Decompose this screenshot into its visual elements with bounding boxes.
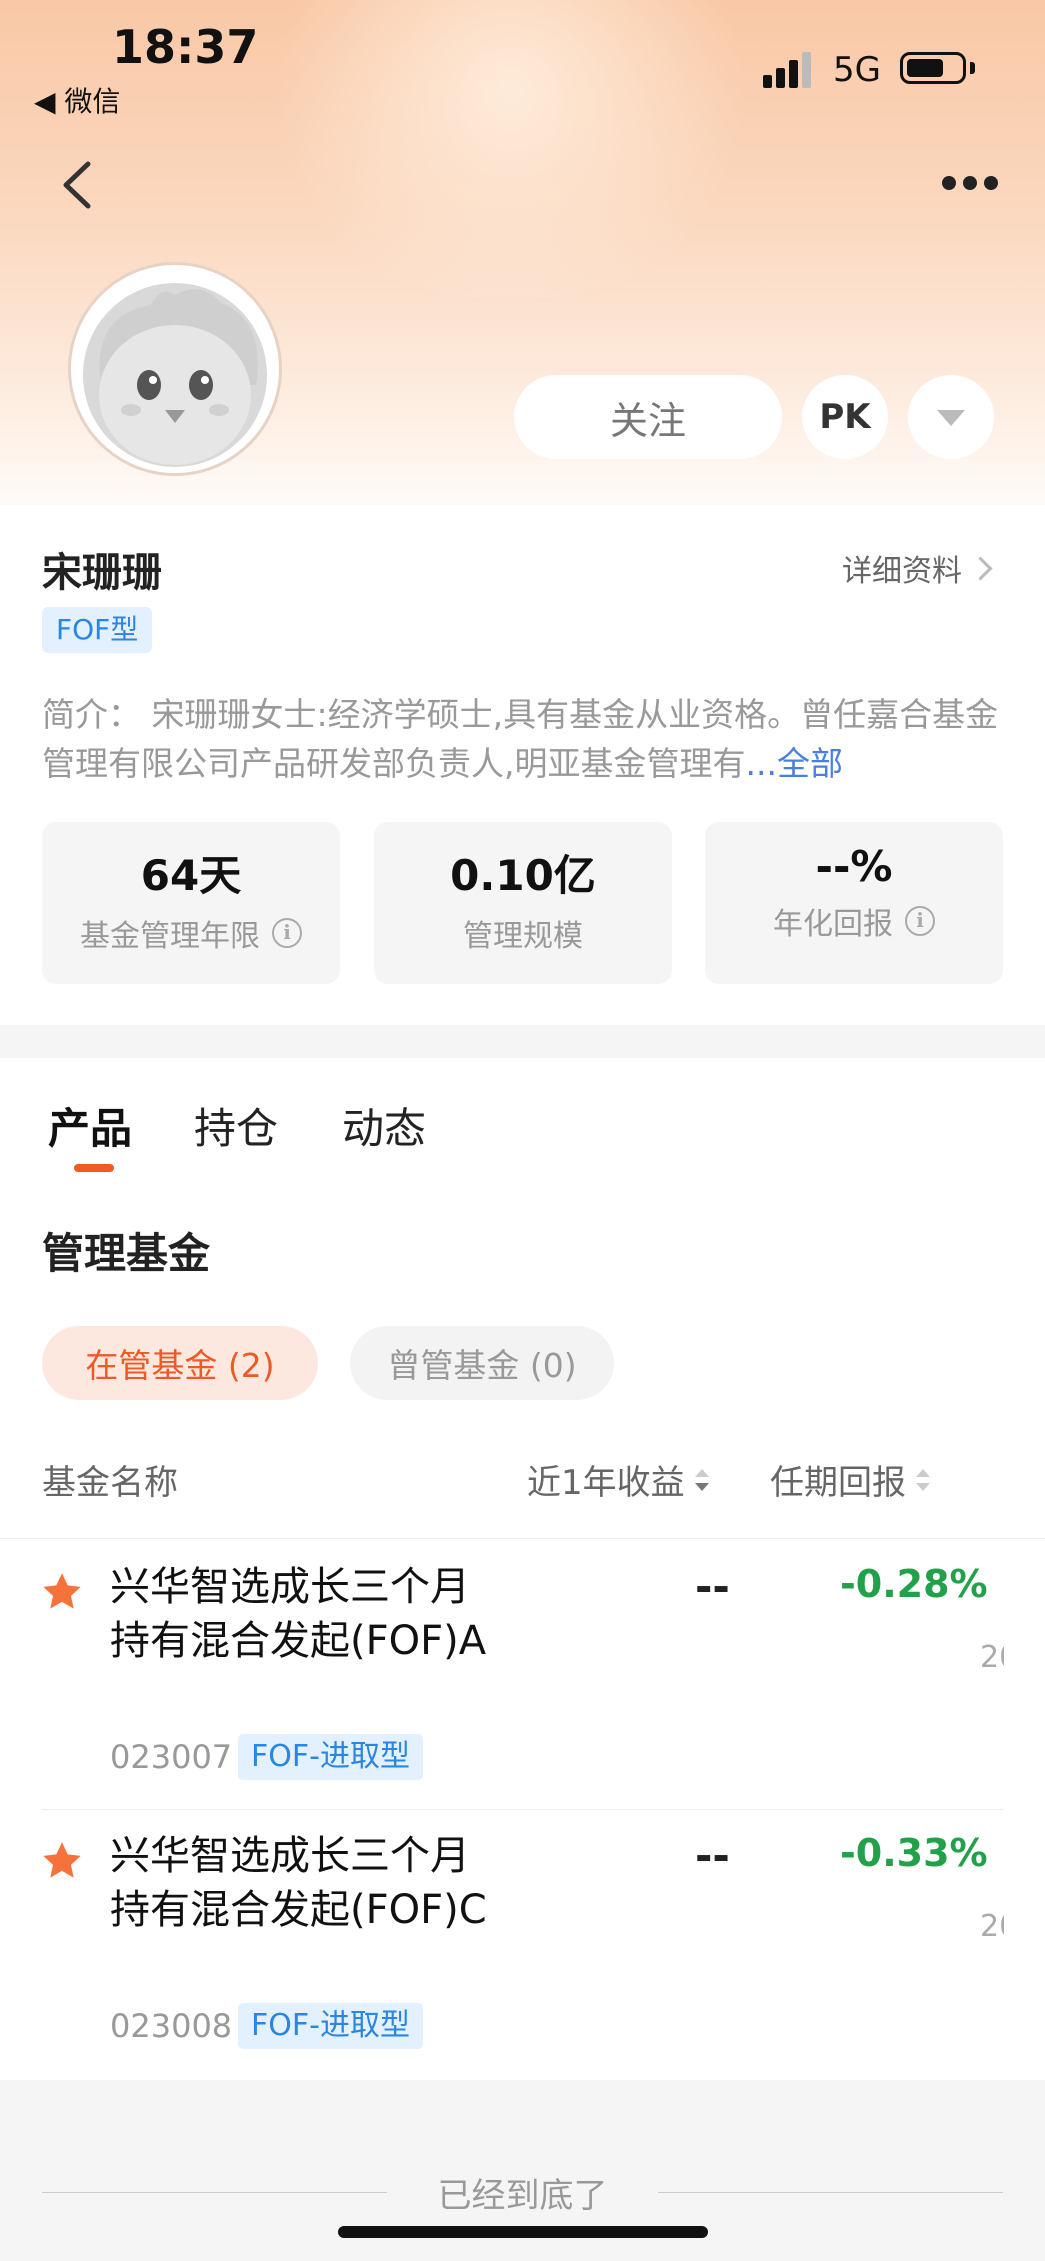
fund-type-tag: FOF-进取型 (238, 2003, 423, 2049)
fund-name: 兴华智选成长三个月持有混合发起(FOF)C (110, 1833, 487, 1933)
battery-icon (900, 52, 966, 84)
stat-annual-return-label: 年化回报 (773, 907, 893, 942)
manager-type-tag: FOF型 (42, 607, 153, 653)
header-glow (250, 0, 770, 300)
stat-scale-label: 管理规模 (463, 919, 583, 954)
fund-name: 兴华智选成长三个月持有混合发起(FOF)A (110, 1564, 487, 1664)
chevron-left-icon (63, 161, 91, 209)
stat-annual-return: --% 年化回报 i (705, 822, 1003, 984)
tab-holdings[interactable]: 持仓 (194, 1095, 278, 1156)
battery-level (907, 59, 943, 77)
stat-tenure: 64天 基金管理年限 i (42, 822, 340, 984)
fund-row[interactable]: 兴华智选成长三个月持有混合发起(FOF)C 023008 FOF-进取型 -- … (0, 1809, 1045, 2079)
column-fund-name: 基金名称 (42, 1463, 178, 1503)
tab-products[interactable]: 产品 (48, 1095, 132, 1156)
fund-year-return: -- (695, 1831, 730, 1880)
follow-button[interactable]: 关注 (514, 375, 782, 459)
network-type: 5G (833, 50, 881, 90)
fund-tenure-return: -0.33% (840, 1831, 988, 1875)
fund-code: 023008 (110, 2007, 233, 2045)
status-time: 18:37 (112, 20, 259, 74)
battery-tip (970, 62, 975, 74)
stat-scale-value: 0.10亿 (450, 851, 596, 900)
fund-year-return: -- (695, 1562, 730, 1611)
chick-avatar-icon (83, 283, 267, 467)
column-year-return[interactable]: 近1年收益 (527, 1455, 709, 1504)
fund-type-tag: FOF-进取型 (238, 1734, 423, 1780)
caret-down-icon (937, 410, 965, 426)
sort-icon (916, 1468, 930, 1491)
fund-row[interactable]: 兴华智选成长三个月持有混合发起(FOF)A 023007 FOF-进取型 -- … (0, 1540, 1045, 1810)
intro-expand-link[interactable]: ...全部 (746, 744, 843, 783)
intro-text: 简介： 宋珊珊女士:经济学硕士,具有基金从业资格。曾任嘉合基金管理有限公司产品研… (42, 695, 999, 783)
signal-icon (763, 50, 813, 88)
avatar (68, 262, 282, 476)
column-year-return-label: 近1年收益 (527, 1463, 685, 1503)
manager-intro: 简介： 宋珊珊女士:经济学硕士,具有基金从业资格。曾任嘉合基金管理有限公司产品研… (42, 690, 1002, 788)
back-to-wechat[interactable]: ◀ 微信 (34, 80, 120, 120)
star-icon[interactable] (40, 1570, 84, 1614)
filter-current-funds[interactable]: 在管基金 (2) (42, 1326, 318, 1400)
stat-tenure-label: 基金管理年限 (80, 919, 260, 954)
header-divider (0, 1538, 1045, 1539)
filter-past-funds[interactable]: 曾管基金 (0) (350, 1326, 614, 1400)
fund-tenure-return: -0.28% (840, 1562, 988, 1606)
section-title: 管理基金 (42, 1229, 211, 1278)
dropdown-button[interactable] (908, 375, 994, 459)
fund-clipped-column: 20 (980, 1640, 1004, 1675)
fund-code: 023007 (110, 1738, 233, 1776)
stat-scale: 0.10亿 管理规模 (374, 822, 672, 984)
detail-info-link[interactable]: 详细资料 (842, 546, 993, 590)
info-icon[interactable]: i (905, 906, 935, 936)
column-tenure-return-label: 任期回报 (770, 1463, 906, 1503)
star-icon[interactable] (40, 1839, 84, 1883)
fund-clipped-column: 20 (980, 1909, 1004, 1944)
info-icon[interactable]: i (272, 918, 302, 948)
back-button[interactable] (50, 150, 110, 220)
end-of-list-text: 已经到底了 (437, 2176, 608, 2216)
home-indicator[interactable] (338, 2226, 708, 2238)
more-menu-button[interactable] (942, 176, 998, 192)
footer-divider-left (42, 2192, 387, 2193)
detail-info-label: 详细资料 (842, 554, 962, 589)
column-tenure-return[interactable]: 任期回报 (770, 1455, 930, 1504)
manager-name: 宋珊珊 (42, 550, 162, 596)
footer-divider-right (658, 2192, 1003, 2193)
active-tab-indicator (74, 1164, 114, 1172)
pk-button[interactable]: PK (802, 375, 888, 459)
tab-updates[interactable]: 动态 (342, 1095, 426, 1156)
stat-tenure-value: 64天 (140, 851, 242, 900)
sort-icon (694, 1468, 709, 1491)
chevron-right-icon (968, 555, 993, 581)
stat-annual-return-value: --% (815, 842, 893, 891)
